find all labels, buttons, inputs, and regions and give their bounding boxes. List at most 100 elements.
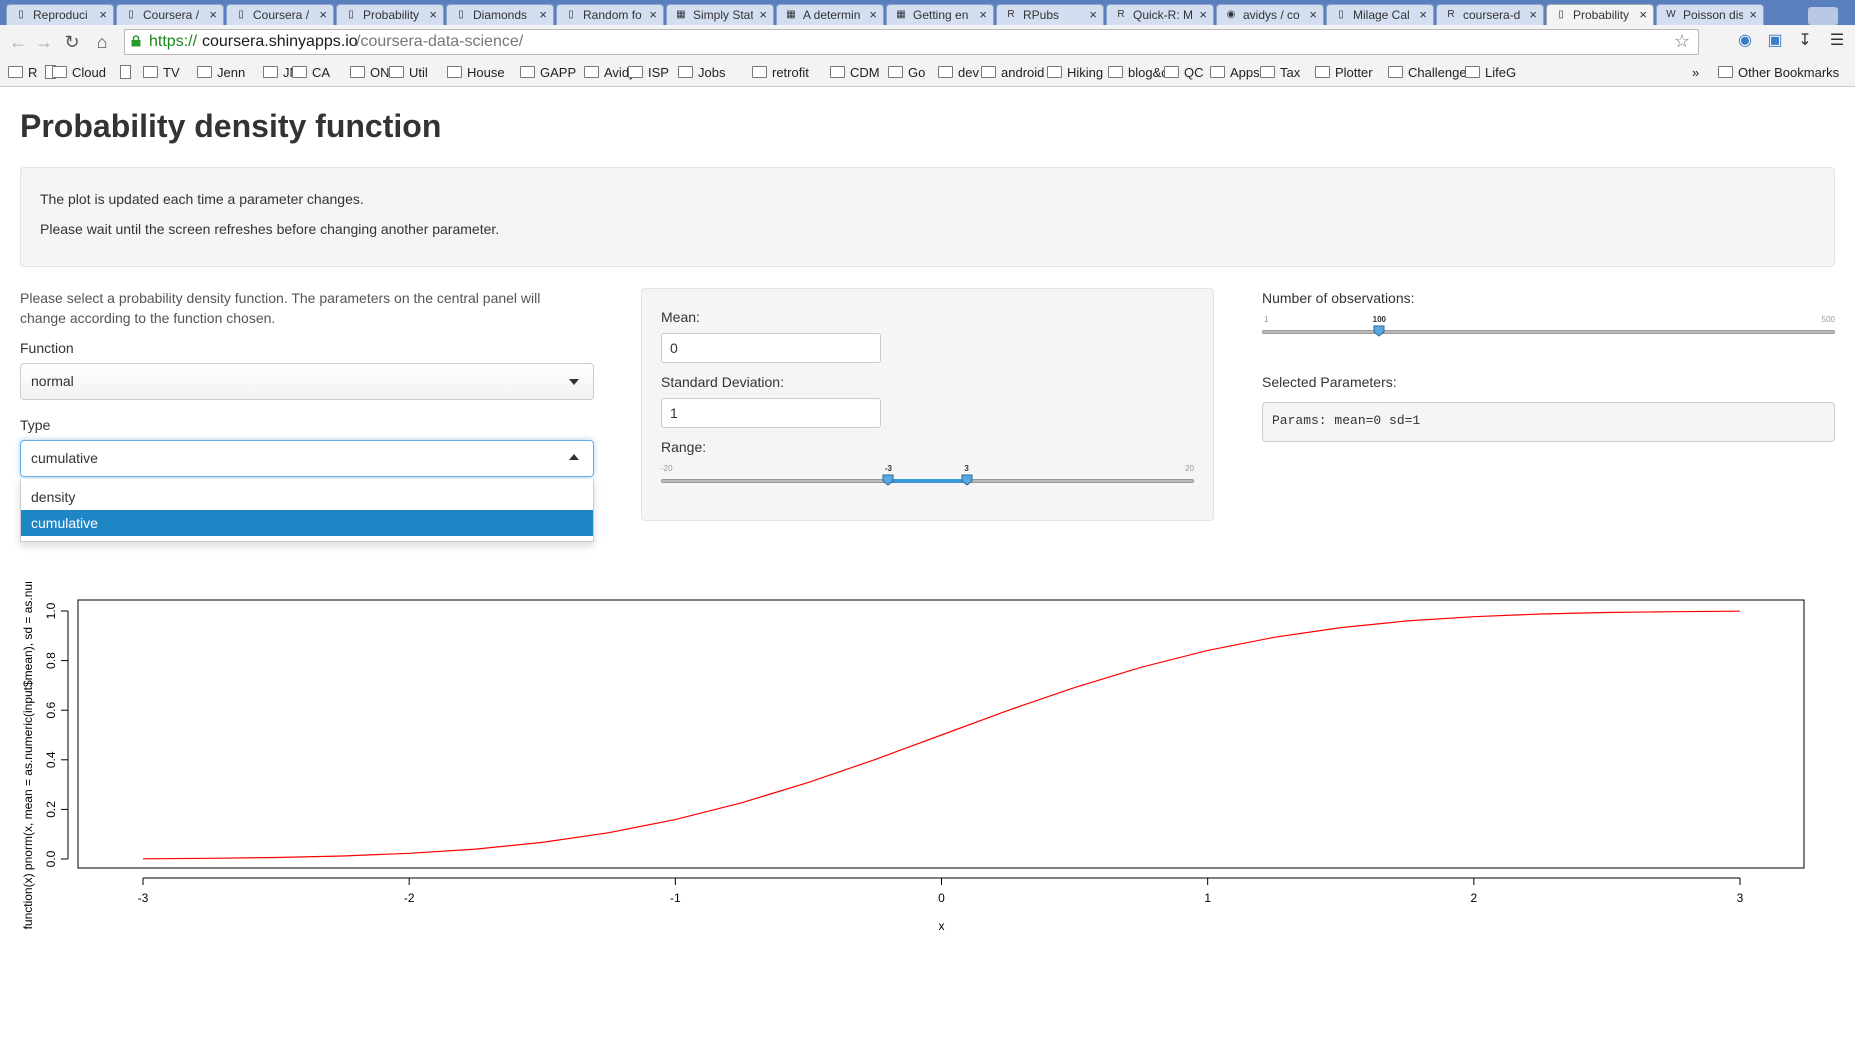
download-extension-icon[interactable]: ↧	[1795, 31, 1815, 51]
bookmark-ca[interactable]: CA	[292, 63, 330, 83]
close-tab-icon[interactable]: ×	[1309, 7, 1317, 22]
folder-icon	[52, 66, 67, 78]
close-tab-icon[interactable]: ×	[1639, 7, 1647, 22]
range-low-handle[interactable]	[882, 474, 894, 486]
close-tab-icon[interactable]: ×	[209, 7, 217, 22]
type-option-cumulative[interactable]: cumulative	[21, 510, 593, 536]
observations-slider[interactable]: 1 500 100	[1262, 315, 1835, 347]
type-select[interactable]: cumulative	[20, 440, 594, 477]
folder-icon	[938, 66, 953, 78]
bookmark-cloud[interactable]: Cloud	[52, 63, 106, 83]
tab-10[interactable]: R RPubs ×	[996, 4, 1104, 25]
bookmark-dev[interactable]: dev	[938, 63, 979, 83]
range-max-label: 20	[1185, 464, 1194, 473]
bookmark-label: LifeG	[1485, 65, 1517, 80]
page-title: Probability density function	[20, 108, 442, 144]
close-tab-icon[interactable]: ×	[759, 7, 767, 22]
bookmark-star-icon[interactable]: ☆	[1674, 31, 1690, 52]
tab-5[interactable]: ▯ Diamonds ×	[446, 4, 554, 25]
tab-7[interactable]: ▦ Simply Stat ×	[666, 4, 774, 25]
tab-15[interactable]: ▯ Probability ×	[1546, 4, 1654, 25]
wikipedia-icon: W	[1666, 9, 1676, 20]
info-panel: The plot is updated each time a paramete…	[20, 167, 1835, 267]
close-tab-icon[interactable]: ×	[1529, 7, 1537, 22]
bookmark-page-3[interactable]	[120, 63, 136, 83]
obs-handle[interactable]	[1373, 325, 1385, 337]
page-icon: ▯	[18, 9, 24, 20]
address-bar[interactable]: https:// coursera.shinyapps.io /coursera…	[124, 29, 1699, 55]
new-tab-button[interactable]	[1808, 7, 1838, 25]
bookmark-hiking[interactable]: Hiking	[1047, 63, 1103, 83]
grid-icon: ▦	[896, 9, 906, 20]
folder-icon	[1260, 66, 1275, 78]
other-bookmarks[interactable]: Other Bookmarks	[1718, 63, 1839, 83]
bookmark-gapp[interactable]: GAPP	[520, 63, 576, 83]
bookmark-label: R	[28, 65, 38, 80]
back-icon[interactable]: ←	[8, 32, 28, 52]
screen-extension-icon[interactable]: ▣	[1765, 31, 1785, 51]
folder-icon	[628, 66, 643, 78]
bookmark-tv[interactable]: TV	[143, 63, 180, 83]
bookmark-cdm[interactable]: CDM	[830, 63, 880, 83]
folder-icon	[389, 66, 404, 78]
tab-6[interactable]: ▯ Random fo ×	[556, 4, 664, 25]
tab-2[interactable]: ▯ Coursera / ×	[116, 4, 224, 25]
close-tab-icon[interactable]: ×	[1199, 7, 1207, 22]
tab-8[interactable]: ▦ A determin ×	[776, 4, 884, 25]
bookmark-apps[interactable]: Apps	[1210, 63, 1260, 83]
close-tab-icon[interactable]: ×	[1749, 7, 1757, 22]
close-tab-icon[interactable]: ×	[99, 7, 107, 22]
bookmark-android[interactable]: android	[981, 63, 1044, 83]
bookmarks-overflow-icon[interactable]: »	[1692, 63, 1699, 83]
close-tab-icon[interactable]: ×	[869, 7, 877, 22]
bookmark-tax[interactable]: Tax	[1260, 63, 1300, 83]
tab-11[interactable]: R Quick-R: M ×	[1106, 4, 1214, 25]
tab-16[interactable]: W Poisson dis ×	[1656, 4, 1764, 25]
bookmark-on[interactable]: ON	[350, 63, 390, 83]
range-high-handle[interactable]	[961, 474, 973, 486]
tab-13[interactable]: ▯ Milage Cal ×	[1326, 4, 1434, 25]
tab-14[interactable]: Rcoursera-d ×	[1436, 4, 1544, 25]
bookmark-go[interactable]: Go	[888, 63, 925, 83]
bookmark-challenge[interactable]: Challenge	[1388, 63, 1467, 83]
bookmark-jobs[interactable]: Jobs	[678, 63, 725, 83]
bookmark-lifeg[interactable]: LifeG	[1465, 63, 1516, 83]
tab-title: Coursera /	[253, 8, 310, 22]
type-option-density[interactable]: density	[21, 484, 593, 510]
bookmark-house[interactable]: House	[447, 63, 505, 83]
bookmark-isp[interactable]: ISP	[628, 63, 669, 83]
close-tab-icon[interactable]: ×	[539, 7, 547, 22]
sd-input[interactable]	[661, 398, 881, 428]
home-icon[interactable]: ⌂	[92, 32, 112, 52]
close-tab-icon[interactable]: ×	[429, 7, 437, 22]
type-dropdown: density cumulative	[20, 479, 594, 542]
mean-input[interactable]	[661, 333, 881, 363]
bookmark-r[interactable]: R	[8, 63, 37, 83]
function-select[interactable]: normal	[20, 363, 594, 400]
bookmark-util[interactable]: Util	[389, 63, 428, 83]
bookmark-jenn[interactable]: Jenn	[197, 63, 245, 83]
reload-icon[interactable]: ↻	[62, 32, 82, 52]
globe-extension-icon[interactable]: ◉	[1735, 31, 1755, 51]
tab-title: Probability	[363, 8, 420, 22]
tab-title: Getting en	[913, 8, 969, 22]
bookmark-retrofit[interactable]: retrofit	[752, 63, 809, 83]
tab-3[interactable]: ▯ Coursera / ×	[226, 4, 334, 25]
tab-12[interactable]: ◉ avidys / co ×	[1216, 4, 1324, 25]
folder-icon	[292, 66, 307, 78]
bookmarks-bar: RCloudTVJennJMCAONUtilHouseGAPPAvidysISP…	[0, 60, 1855, 87]
forward-icon[interactable]: →	[34, 32, 54, 52]
close-tab-icon[interactable]: ×	[319, 7, 327, 22]
bookmark-plotter[interactable]: Plotter	[1315, 63, 1373, 83]
close-tab-icon[interactable]: ×	[1419, 7, 1427, 22]
range-slider[interactable]: -20 20 -3 3	[661, 464, 1194, 496]
tab-9[interactable]: ▦ Getting en ×	[886, 4, 994, 25]
close-tab-icon[interactable]: ×	[649, 7, 657, 22]
close-tab-icon[interactable]: ×	[979, 7, 987, 22]
bookmark-qc[interactable]: QC	[1164, 63, 1204, 83]
close-tab-icon[interactable]: ×	[1089, 7, 1097, 22]
help-text: Please select a probability density func…	[20, 290, 541, 326]
tab-1[interactable]: ▯ Reproduci ×	[6, 4, 114, 25]
menu-icon[interactable]: ☰	[1827, 31, 1847, 51]
tab-4[interactable]: ▯ Probability ×	[336, 4, 444, 25]
